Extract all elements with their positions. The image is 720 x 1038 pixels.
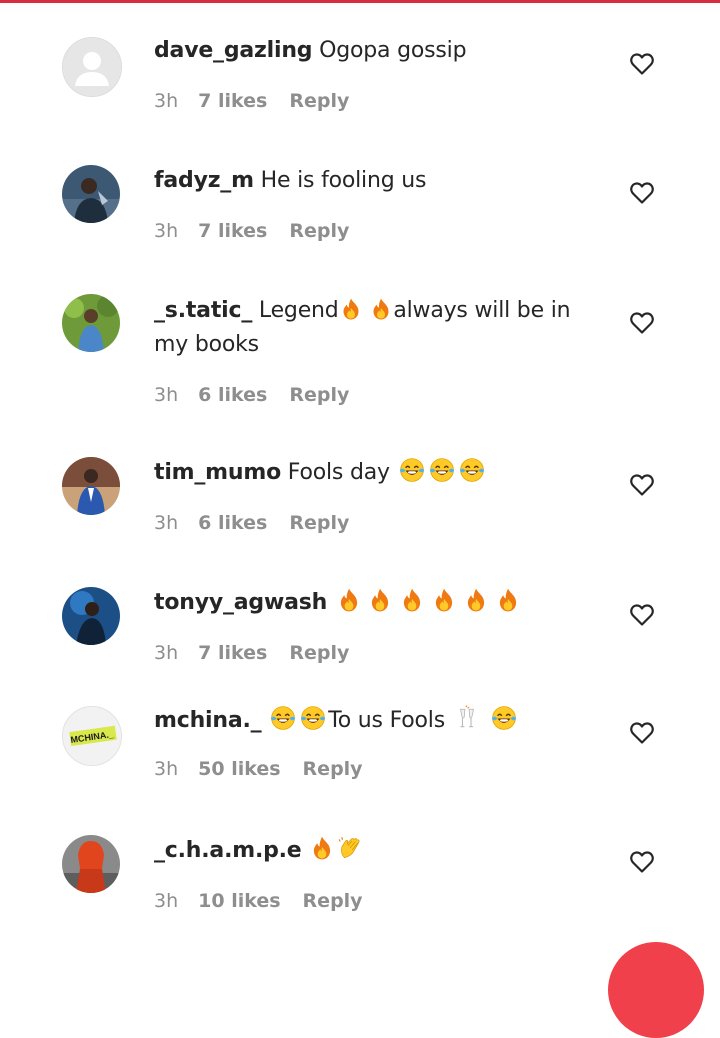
comment-text: dave_gazling Ogopa gossip — [154, 34, 604, 68]
profile-photo — [62, 457, 120, 515]
comment-username[interactable]: tonyy_agwash — [154, 590, 327, 615]
tears-of-joy-emoji — [268, 708, 298, 733]
comment-body: _s.tatic_ Legend always will be in my bo… — [154, 294, 604, 406]
profile-photo — [62, 587, 120, 645]
comment-time: 3h — [154, 642, 179, 664]
comment-meta: 3h 7 likes Reply — [154, 642, 604, 664]
comment-body: tim_mumo Fools day 3h 6 likes Reply — [154, 456, 604, 534]
brand-logo-avatar: MCHINA._ — [63, 707, 121, 765]
comment-meta: 3h 6 likes Reply — [154, 384, 604, 406]
comment-time: 3h — [154, 384, 179, 406]
comment-username[interactable]: mchina._ — [154, 708, 262, 733]
profile-photo — [62, 165, 120, 223]
comment-likes[interactable]: 7 likes — [198, 642, 267, 664]
profile-photo — [62, 835, 120, 893]
comment-body: mchina._ To us Fools 3h 50 likes Reply — [154, 704, 604, 780]
comment-meta: 3h 10 likes Reply — [154, 890, 604, 912]
user-avatar[interactable] — [62, 457, 120, 515]
comment-time: 3h — [154, 220, 179, 242]
clinking-glasses-emoji — [452, 708, 482, 733]
comment-message-part1: Legend — [252, 298, 339, 323]
fire-emoji — [308, 838, 336, 863]
user-avatar[interactable] — [62, 835, 120, 893]
comment-time: 3h — [154, 512, 179, 534]
user-avatar[interactable]: MCHINA._ — [62, 706, 122, 766]
reply-button[interactable]: Reply — [303, 758, 363, 780]
comment-meta: 3h 50 likes Reply — [154, 758, 604, 780]
comment-text: tonyy_agwash — [154, 586, 604, 620]
comment-meta: 3h 6 likes Reply — [154, 512, 604, 534]
comment-text: tim_mumo Fools day — [154, 456, 604, 490]
comment-likes[interactable]: 50 likes — [198, 758, 280, 780]
comment-meta: 3h 7 likes Reply — [154, 90, 604, 112]
comment-meta: 3h 7 likes Reply — [154, 220, 604, 242]
like-heart-icon[interactable] — [629, 52, 655, 76]
comment-text: _c.h.a.m.p.e — [154, 834, 604, 868]
comment-likes[interactable]: 7 likes — [198, 90, 267, 112]
comment-username[interactable]: fadyz_m — [154, 168, 254, 193]
user-avatar[interactable] — [62, 165, 120, 223]
comment-username[interactable]: dave_gazling — [154, 38, 313, 63]
comment-username[interactable]: tim_mumo — [154, 460, 281, 485]
comment-likes[interactable]: 6 likes — [198, 384, 267, 406]
like-heart-icon[interactable] — [629, 473, 655, 497]
comment-time: 3h — [154, 90, 179, 112]
clapping-hands-emoji — [336, 838, 364, 863]
reply-button[interactable]: Reply — [289, 220, 349, 242]
fire-emoji — [334, 590, 364, 615]
tears-of-joy-emoji — [298, 708, 328, 733]
comment-likes[interactable]: 6 likes — [198, 512, 267, 534]
floating-action-button[interactable] — [608, 942, 704, 1038]
comment-message: To us Fools — [328, 708, 452, 733]
comment-message: Ogopa gossip — [312, 38, 467, 63]
comment-likes[interactable]: 10 likes — [198, 890, 280, 912]
comment-text: fadyz_m He is fooling us — [154, 164, 604, 198]
comment-body: tonyy_agwash 3h 7 likes Reply — [154, 586, 604, 664]
reply-button[interactable]: Reply — [289, 642, 349, 664]
tears-of-joy-emoji — [457, 460, 487, 485]
comment-body: fadyz_m He is fooling us 3h 7 likes Reply — [154, 164, 604, 242]
tears-of-joy-emoji — [427, 460, 457, 485]
default-avatar-icon — [63, 38, 121, 96]
comment-time: 3h — [154, 758, 179, 780]
comment-body: dave_gazling Ogopa gossip 3h 7 likes Reply — [154, 34, 604, 112]
fire-emoji — [396, 590, 428, 615]
fire-emoji — [364, 590, 396, 615]
reply-button[interactable]: Reply — [303, 890, 363, 912]
reply-button[interactable]: Reply — [289, 384, 349, 406]
comment-username[interactable]: _s.tatic_ — [154, 298, 252, 323]
comment-text: _s.tatic_ Legend always will be in my bo… — [154, 294, 604, 362]
comment-time: 3h — [154, 890, 179, 912]
comment-message: Fools day — [281, 460, 397, 485]
like-heart-icon[interactable] — [629, 311, 655, 335]
comments-list: dave_gazling Ogopa gossip 3h 7 likes Reply… — [0, 0, 720, 960]
tears-of-joy-emoji — [397, 460, 427, 485]
user-avatar[interactable] — [62, 37, 122, 97]
comment-body: _c.h.a.m.p.e 3h 10 likes Reply — [154, 834, 604, 912]
user-avatar[interactable] — [62, 294, 120, 352]
reply-button[interactable]: Reply — [289, 512, 349, 534]
like-heart-icon[interactable] — [629, 603, 655, 627]
profile-photo — [62, 294, 120, 352]
like-heart-icon[interactable] — [629, 181, 655, 205]
like-heart-icon[interactable] — [629, 721, 655, 745]
fire-emoji — [492, 590, 524, 615]
comment-likes[interactable]: 7 likes — [198, 220, 267, 242]
comment-message: He is fooling us — [253, 168, 427, 193]
reply-button[interactable]: Reply — [289, 90, 349, 112]
like-heart-icon[interactable] — [629, 850, 655, 874]
fire-emoji — [369, 298, 393, 323]
fire-emoji — [339, 298, 363, 323]
user-avatar[interactable] — [62, 587, 120, 645]
comment-username[interactable]: _c.h.a.m.p.e — [154, 838, 302, 863]
tears-of-joy-emoji — [489, 708, 519, 733]
fire-emoji — [460, 590, 492, 615]
comment-text: mchina._ To us Fools — [154, 704, 604, 738]
fire-emoji — [428, 590, 460, 615]
